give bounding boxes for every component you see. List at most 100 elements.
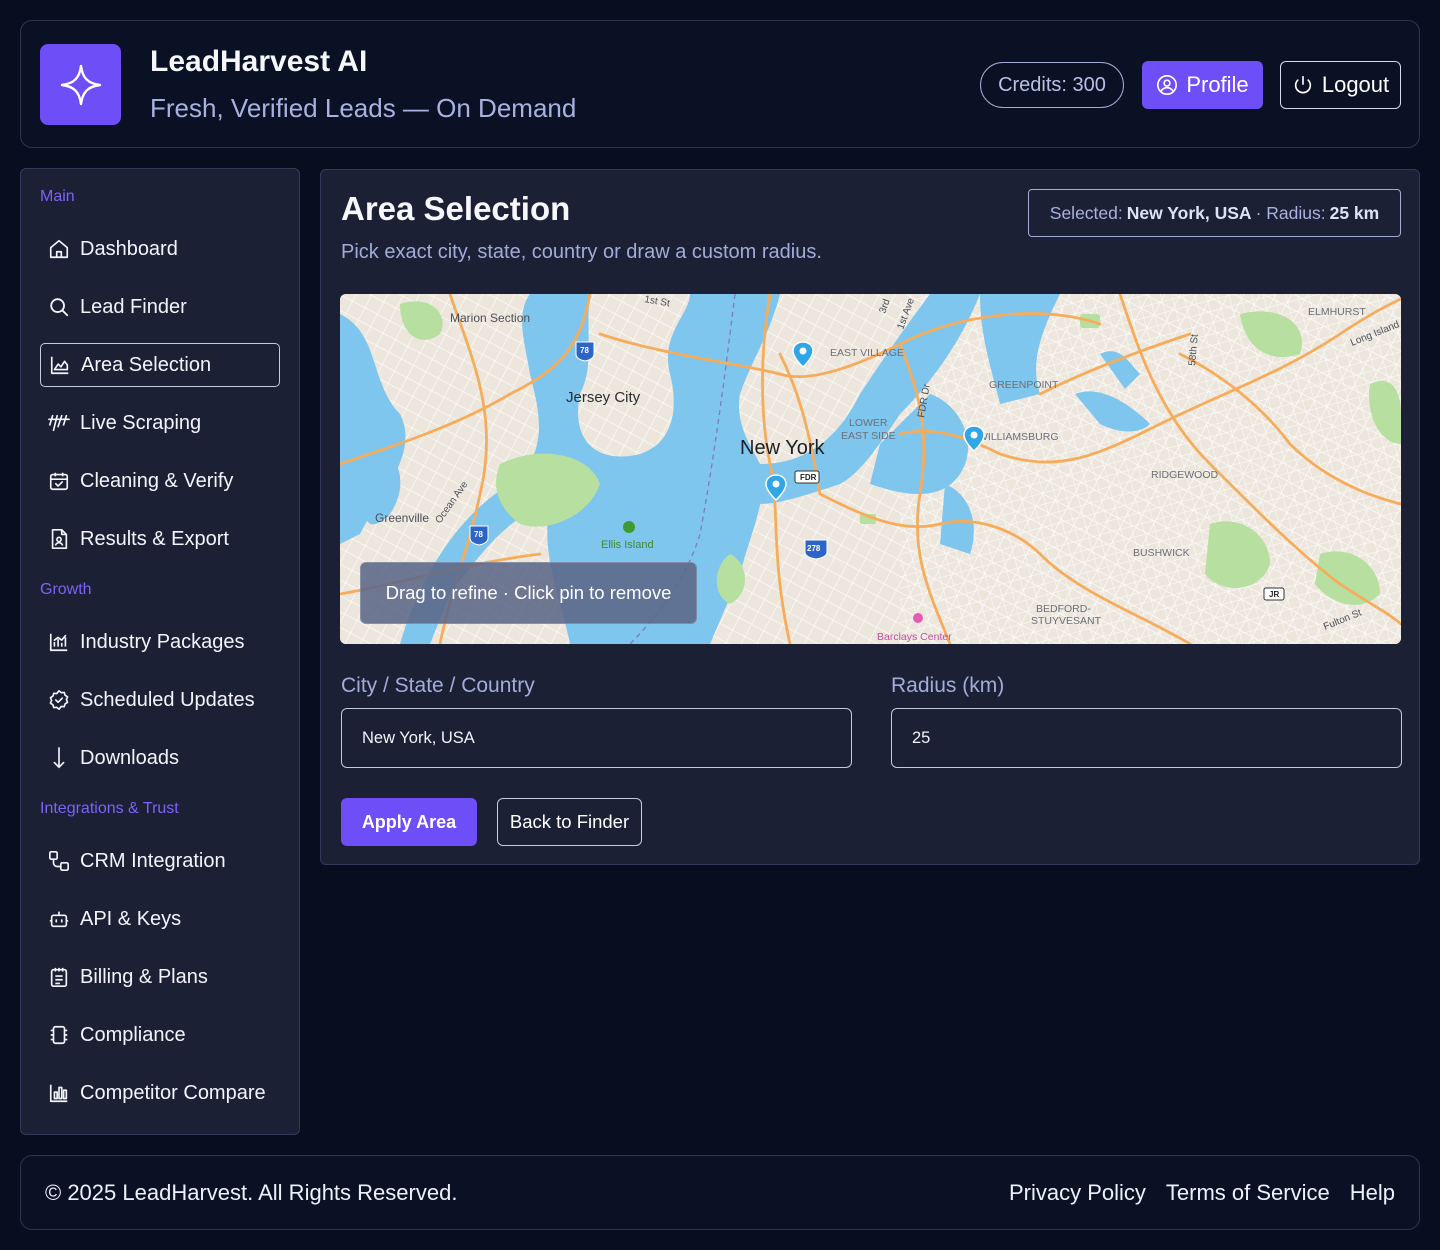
radius-prefix: · Radius: xyxy=(1255,202,1326,223)
help-link[interactable]: Help xyxy=(1350,1180,1395,1206)
sidebar-item-crm-integration[interactable]: CRM Integration xyxy=(40,839,280,883)
radius-label: Radius (km) xyxy=(891,674,1005,697)
map-shield-278: 278 xyxy=(807,544,821,553)
map-poi-ellis-island xyxy=(623,521,635,533)
sidebar-item-label: CRM Integration xyxy=(80,849,226,872)
selected-prefix: Selected: xyxy=(1049,202,1123,223)
map-label-bushwick: BUSHWICK xyxy=(1133,547,1190,559)
nodes-icon xyxy=(48,850,70,872)
sidebar-item-api-keys[interactable]: API & Keys xyxy=(40,897,280,941)
selected-area-badge: Selected: New York, USA · Radius: 25 km xyxy=(1028,189,1401,237)
map-label-barclays: Barclays Center xyxy=(877,631,952,643)
radius-input[interactable] xyxy=(891,708,1402,768)
sidebar-item-label: Billing & Plans xyxy=(80,965,208,988)
app-logo xyxy=(40,44,121,125)
bot-icon xyxy=(48,908,70,930)
map-label-ridgewood: RIDGEWOOD xyxy=(1151,469,1218,481)
sidebar-item-label: Compliance xyxy=(80,1023,186,1046)
map-label-greenpoint: GREENPOINT xyxy=(989,379,1059,391)
location-label: City / State / Country xyxy=(341,674,535,697)
power-icon xyxy=(1294,75,1311,94)
sidebar-item-label: Area Selection xyxy=(81,353,212,376)
map-label-stuyvesant: STUYVESANT xyxy=(1031,615,1102,627)
logout-button[interactable]: Logout xyxy=(1280,61,1401,109)
map-label-lower: LOWER xyxy=(849,417,888,429)
sidebar-item-label: API & Keys xyxy=(80,907,182,930)
sidebar-item-dashboard[interactable]: Dashboard xyxy=(40,227,280,271)
sidebar-item-label: Competitor Compare xyxy=(80,1081,266,1104)
sidebar-item-results-export[interactable]: Results & Export xyxy=(40,517,280,561)
profile-button[interactable]: Profile xyxy=(1142,61,1263,109)
map-label-jersey-city: Jersey City xyxy=(566,389,641,406)
sidebar-item-compliance[interactable]: Compliance xyxy=(40,1013,280,1057)
map-label-bedford: BEDFORD- xyxy=(1036,603,1091,615)
scrape-lines-icon xyxy=(48,412,70,434)
app-header: LeadHarvest AI Fresh, Verified Leads — O… xyxy=(20,20,1420,148)
sidebar-item-scheduled-updates[interactable]: Scheduled Updates xyxy=(40,678,280,722)
map-label-east-side: EAST SIDE xyxy=(841,430,896,442)
sidebar-section-growth: Growth xyxy=(40,581,92,598)
map-label-ellis-island: Ellis Island xyxy=(601,539,654,551)
map-label-williamsburg: WILLIAMSBURG xyxy=(978,431,1059,443)
sidebar-item-area-selection[interactable]: Area Selection xyxy=(40,343,280,387)
sidebar-item-label: Scheduled Updates xyxy=(80,688,255,711)
chart-area-icon xyxy=(49,354,71,376)
sidebar-item-label: Downloads xyxy=(80,746,179,769)
sidebar-section-integrations: Integrations & Trust xyxy=(40,800,179,817)
area-map[interactable]: New York Jersey City Marion Section Gree… xyxy=(340,294,1401,644)
notepad-icon xyxy=(48,966,70,988)
map-hint: Drag to refine · Click pin to remove xyxy=(360,562,697,624)
selected-area-value: New York, USA xyxy=(1126,202,1252,223)
sparkle-icon xyxy=(60,64,101,105)
page-title: Area Selection xyxy=(341,190,571,227)
app-footer: © 2025 LeadHarvest. All Rights Reserved.… xyxy=(20,1155,1420,1230)
map-label-elmhurst: ELMHURST xyxy=(1308,306,1366,318)
user-circle-icon xyxy=(1157,75,1178,95)
app-title: LeadHarvest AI xyxy=(150,45,368,78)
apply-area-button[interactable]: Apply Area xyxy=(341,798,477,846)
app-subtitle: Fresh, Verified Leads — On Demand xyxy=(150,93,577,123)
copyright-text: © 2025 LeadHarvest. All Rights Reserved. xyxy=(45,1180,458,1205)
sidebar-item-competitor-compare[interactable]: Competitor Compare xyxy=(40,1071,280,1115)
sidebar-item-downloads[interactable]: Downloads xyxy=(40,736,280,780)
map-label-marion-section: Marion Section xyxy=(450,311,530,325)
sidebar: Main Dashboard Lead Finder Area Selectio… xyxy=(20,168,300,1135)
sidebar-item-live-scraping[interactable]: Live Scraping xyxy=(40,401,280,445)
area-selection-panel: Area Selection Pick exact city, state, c… xyxy=(320,169,1420,865)
sidebar-item-cleaning-verify[interactable]: Cleaning & Verify xyxy=(40,459,280,503)
sidebar-section-main: Main xyxy=(40,188,75,205)
sidebar-item-label: Industry Packages xyxy=(80,630,245,653)
page-description: Pick exact city, state, country or draw … xyxy=(341,241,822,263)
map-shield-fdr: FDR xyxy=(800,473,817,482)
terms-of-service-link[interactable]: Terms of Service xyxy=(1166,1180,1330,1206)
check-badge-icon xyxy=(48,689,70,711)
sidebar-item-lead-finder[interactable]: Lead Finder xyxy=(40,285,280,329)
file-user-icon xyxy=(48,528,70,550)
sidebar-item-label: Live Scraping xyxy=(80,411,202,434)
map-label-greenville: Greenville xyxy=(375,511,429,525)
sidebar-item-label: Lead Finder xyxy=(80,295,187,318)
map-label-new-york: New York xyxy=(740,437,825,459)
sidebar-item-label: Dashboard xyxy=(80,237,178,260)
map-label-east-village: EAST VILLAGE xyxy=(830,347,904,359)
search-icon xyxy=(48,296,70,318)
radius-value: 25 km xyxy=(1329,202,1380,223)
chip-icon xyxy=(48,1024,70,1046)
profile-label: Profile xyxy=(1186,72,1249,97)
credits-badge: Credits: 300 xyxy=(980,62,1124,108)
map-shield-78-south: 78 xyxy=(474,530,483,539)
location-input[interactable] xyxy=(341,708,852,768)
arrow-down-icon xyxy=(48,747,70,769)
back-to-finder-button[interactable]: Back to Finder xyxy=(497,798,642,846)
sidebar-item-billing-plans[interactable]: Billing & Plans xyxy=(40,955,280,999)
sidebar-item-label: Cleaning & Verify xyxy=(80,469,234,492)
map-shield-78-north: 78 xyxy=(580,346,589,355)
logout-label: Logout xyxy=(1321,72,1390,97)
home-icon xyxy=(48,238,70,260)
map-poi-barclays xyxy=(913,613,923,623)
privacy-policy-link[interactable]: Privacy Policy xyxy=(1009,1180,1146,1206)
bar-compare-icon xyxy=(48,1082,70,1104)
sidebar-item-label: Results & Export xyxy=(80,527,229,550)
sidebar-item-industry-packages[interactable]: Industry Packages xyxy=(40,620,280,664)
chart-bars-icon xyxy=(48,631,70,653)
